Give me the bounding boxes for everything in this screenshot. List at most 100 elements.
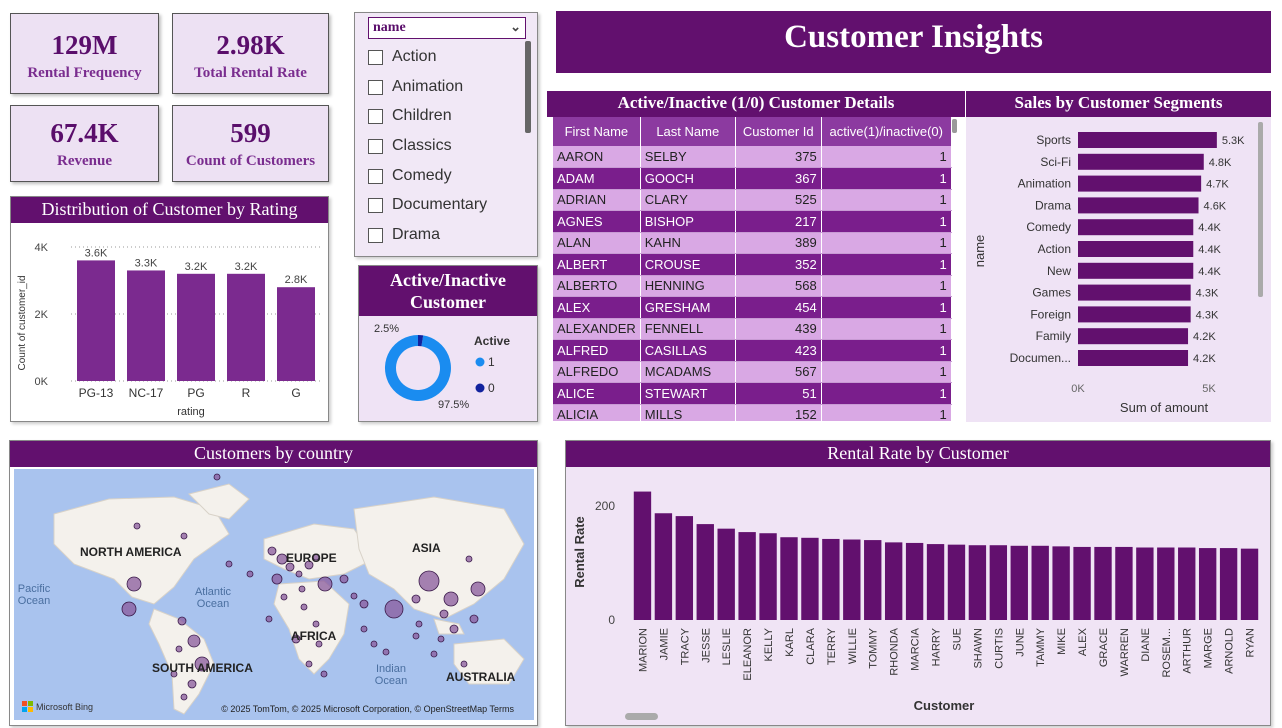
table-cell: MILLS xyxy=(640,404,736,421)
data-label: 4.6K xyxy=(1204,200,1227,212)
customer-table: First Name Last Name Customer Id active(… xyxy=(553,117,952,421)
map-bubble xyxy=(305,660,313,668)
y-tick-label: 4K xyxy=(35,242,49,254)
map-title: Customers by country xyxy=(10,441,537,467)
table-cell: 567 xyxy=(735,361,822,383)
bar xyxy=(1010,545,1028,620)
map-panel: Customers by country NORTH AMERICA EUROP… xyxy=(9,440,538,726)
data-label: 4.2K xyxy=(1193,331,1216,343)
slicer-item-drama[interactable]: Drama xyxy=(368,224,440,246)
bar xyxy=(1078,350,1189,366)
bar xyxy=(1078,153,1204,170)
map-bubble xyxy=(469,614,479,624)
slice-label: 97.5% xyxy=(438,399,469,411)
slicer-dropdown[interactable]: name ⌄ xyxy=(368,17,526,39)
table-row[interactable]: ALBERT CROUSE 352 1 xyxy=(553,253,952,276)
table-row[interactable]: AGNES BISHOP 217 1 xyxy=(553,210,952,233)
slicer-item-documentary[interactable]: Documentary xyxy=(368,194,487,216)
table-row[interactable]: ADAM GOOCH 367 1 xyxy=(553,167,952,190)
label-indian-ocean: Indian Ocean xyxy=(374,663,408,687)
map-bubble xyxy=(411,594,421,604)
bar xyxy=(1094,546,1112,620)
table-cell: FENNELL xyxy=(640,318,736,340)
map-bubble xyxy=(267,546,277,556)
legend-title: Active xyxy=(474,334,510,348)
slicer-item-label: Animation xyxy=(392,78,464,95)
kpi-label: Total Rental Rate xyxy=(194,65,307,81)
kpi-label: Count of Customers xyxy=(185,153,316,169)
slicer-item-action[interactable]: Action xyxy=(368,46,436,68)
table-cell: 1 xyxy=(821,382,952,405)
table-row[interactable]: AARON SELBY 375 1 xyxy=(553,146,952,168)
column-header[interactable]: First Name xyxy=(553,117,641,146)
map-bubble xyxy=(370,640,378,648)
table-cell: ALBERTO xyxy=(553,275,641,297)
map-bubble xyxy=(412,632,420,640)
bar xyxy=(1052,546,1070,620)
table-row[interactable]: ALICE STEWART 51 1 xyxy=(553,382,952,405)
checkbox[interactable] xyxy=(368,227,383,243)
bar xyxy=(77,260,115,381)
label-pacific-ocean: Pacific Ocean xyxy=(17,583,51,607)
table-row[interactable]: ALEXANDER FENNELL 439 1 xyxy=(553,318,952,340)
x-tick-label: TOMMY xyxy=(868,627,880,668)
table-cell: ALICIA xyxy=(553,404,641,421)
kpi-value: 2.98K xyxy=(216,30,285,60)
rental-chart: 0 200 MARION JAMIE TRACY JESSE LESLIE ELEANOR KE… xyxy=(572,491,1259,713)
bar xyxy=(1078,241,1194,257)
map-bubble xyxy=(437,635,445,643)
map-bubble xyxy=(443,591,459,607)
x-tick-label: DIANE xyxy=(1140,628,1152,662)
segments-chart-title: Sales by Customer Segments xyxy=(966,91,1271,117)
map-bubble xyxy=(439,609,449,619)
horizontal-scrollbar[interactable] xyxy=(625,713,658,720)
slicer-scrollbar[interactable] xyxy=(525,41,531,133)
table-row[interactable]: ALAN KAHN 389 1 xyxy=(553,232,952,254)
table-row[interactable]: ALEX GRESHAM 454 1 xyxy=(553,296,952,319)
slicer-item-children[interactable]: Children xyxy=(368,105,452,127)
checkbox[interactable] xyxy=(368,197,383,213)
y-tick-label: 0 xyxy=(608,613,615,627)
map-bubble xyxy=(350,592,358,600)
table-row[interactable]: ALFRED CASILLAS 423 1 xyxy=(553,339,952,362)
slicer-item-classics[interactable]: Classics xyxy=(368,135,452,157)
column-header[interactable]: active(1)/inactive(0) xyxy=(821,117,952,146)
table-cell: 454 xyxy=(735,296,822,319)
x-axis-title: Customer xyxy=(914,698,975,713)
table-cell: SELBY xyxy=(640,146,736,168)
checkbox[interactable] xyxy=(368,138,383,154)
table-row[interactable]: ALICIA MILLS 152 1 xyxy=(553,404,952,421)
bar xyxy=(127,270,165,381)
checkbox[interactable] xyxy=(368,168,383,184)
genre-slicer: name ⌄ Action Animation Children Classic… xyxy=(354,12,538,257)
table-cell: 375 xyxy=(735,146,822,168)
table-row[interactable]: ALFREDO MCADAMS 567 1 xyxy=(553,361,952,383)
data-label: 3.2K xyxy=(235,261,258,273)
checkbox[interactable] xyxy=(368,108,383,124)
table-cell: ADRIAN xyxy=(553,189,641,211)
x-tick-label: NC-17 xyxy=(129,386,164,400)
checkbox[interactable] xyxy=(368,49,383,65)
table-row[interactable]: ADRIAN CLARY 525 1 xyxy=(553,189,952,211)
data-label: 3.6K xyxy=(85,247,108,259)
slicer-item-label: Comedy xyxy=(392,167,452,184)
column-header[interactable]: Customer Id xyxy=(735,117,822,146)
kpi-total-rental-rate: 2.98K Total Rental Rate xyxy=(172,13,329,94)
table-cell: 1 xyxy=(821,318,952,340)
map-attribution[interactable]: © 2025 TomTom, © 2025 Microsoft Corporat… xyxy=(221,704,514,714)
slicer-item-comedy[interactable]: Comedy xyxy=(368,165,452,187)
y-tick-label: Sports xyxy=(1036,133,1071,147)
world-map[interactable]: NORTH AMERICA EUROPE ASIA AFRICA SOUTH A… xyxy=(14,469,534,720)
table-row[interactable]: ALBERTO HENNING 568 1 xyxy=(553,275,952,297)
bar xyxy=(1136,547,1154,620)
map-bubble xyxy=(449,624,459,634)
column-header[interactable]: Last Name xyxy=(640,117,736,146)
slicer-item-animation[interactable]: Animation xyxy=(368,76,463,98)
table-cell: ADAM xyxy=(553,167,641,190)
bar xyxy=(1198,548,1217,620)
checkbox[interactable] xyxy=(368,79,383,95)
chevron-down-icon[interactable]: ⌄ xyxy=(510,19,521,35)
table-cell: ALEX xyxy=(553,296,641,319)
table-scrollbar[interactable] xyxy=(952,119,957,133)
table-cell: 389 xyxy=(735,232,822,254)
